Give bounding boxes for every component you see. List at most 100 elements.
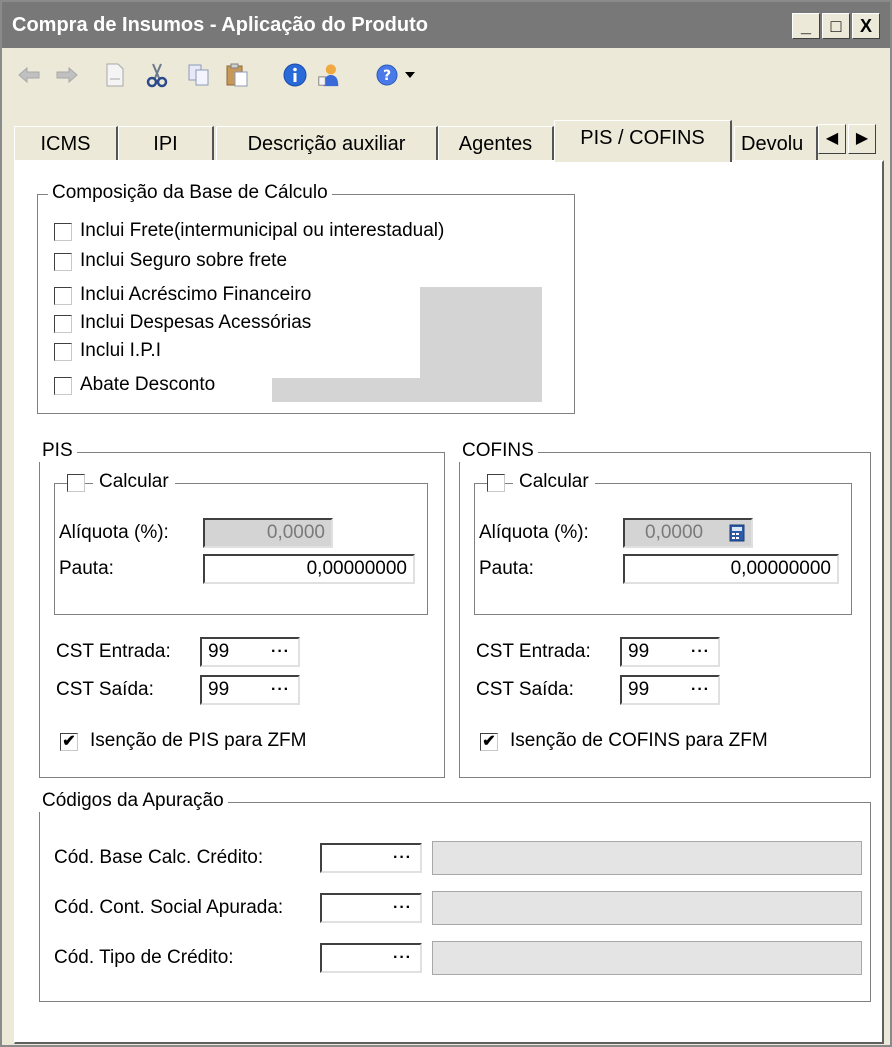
inclui-seguro-checkbox[interactable]	[54, 253, 72, 271]
cod-base-calc-description	[432, 841, 862, 875]
cofins-aliquota-value: 0,0000	[645, 522, 704, 543]
inclui-ipi-label: Inclui I.P.I	[80, 340, 161, 361]
cofins-pauta-label: Pauta:	[479, 558, 534, 579]
cod-base-calc-label: Cód. Base Calc. Crédito:	[54, 847, 264, 868]
user-icon[interactable]	[316, 62, 342, 88]
disabled-area	[272, 378, 422, 402]
title-bar[interactable]: Compra de Insumos - Aplicação do Produto…	[2, 2, 890, 48]
tab-label: IPI	[153, 133, 178, 155]
cod-base-calc-lookup-button[interactable]: ···	[393, 845, 412, 871]
cofins-pauta-input[interactable]: 0,00000000	[623, 554, 839, 584]
inclui-seguro-label: Inclui Seguro sobre frete	[80, 250, 288, 271]
pis-cst-saida-label: CST Saída:	[56, 679, 154, 700]
cod-tipo-credito-description	[432, 941, 862, 975]
info-icon[interactable]	[282, 62, 308, 88]
pis-group: PIS Calcular Alíquota (%): 0,0000 Pauta:…	[38, 440, 445, 778]
inclui-ipi-checkbox[interactable]	[54, 343, 72, 361]
cod-tipo-credito-input[interactable]: ···	[320, 943, 422, 973]
disabled-area	[420, 287, 542, 402]
tab-scroll-left-button[interactable]: ◀	[818, 124, 846, 154]
inclui-despesas-label: Inclui Despesas Acessórias	[80, 312, 312, 333]
maximize-button[interactable]: □	[822, 13, 850, 39]
new-document-icon[interactable]	[102, 62, 128, 88]
tab-label: Devolu	[741, 133, 804, 155]
pis-aliquota-input[interactable]: 0,0000	[203, 518, 333, 548]
cod-tipo-credito-label: Cód. Tipo de Crédito:	[54, 947, 234, 968]
cofins-calcular-label: Calcular	[513, 471, 595, 493]
apuracao-legend: Códigos da Apuração	[38, 790, 228, 812]
tab-descricao-auxiliar[interactable]: Descrição auxiliar	[216, 126, 438, 162]
close-button[interactable]: X	[852, 13, 880, 39]
tab-devolucao[interactable]: Devolu	[734, 126, 818, 162]
pis-isencao-checkbox[interactable]: ✔	[60, 733, 78, 751]
pis-pauta-label: Pauta:	[59, 558, 114, 579]
tab-label: Descrição auxiliar	[247, 133, 406, 155]
cofins-group: COFINS Calcular Alíquota (%): 0,0000 Pau…	[458, 440, 871, 778]
minimize-button[interactable]: _	[792, 13, 820, 39]
tab-strip: ICMS IPI Descrição auxiliar Agentes PIS …	[2, 112, 890, 162]
abate-desconto-checkbox[interactable]	[54, 377, 72, 395]
pis-cofins-panel: Composição da Base de Cálculo Inclui Fre…	[14, 160, 884, 1044]
dropdown-arrow-icon[interactable]	[402, 62, 418, 88]
toolbar: ?	[2, 48, 890, 100]
pis-legend: PIS	[38, 440, 77, 462]
pis-cst-entrada-input[interactable]: 99 ···	[200, 637, 300, 667]
cofins-cst-saida-input[interactable]: 99 ···	[620, 675, 720, 705]
tab-label: PIS / COFINS	[580, 127, 705, 149]
tab-scroll-right-button[interactable]: ▶	[848, 124, 876, 154]
cod-cont-social-input[interactable]: ···	[320, 893, 422, 923]
cod-cont-social-lookup-button[interactable]: ···	[393, 895, 412, 921]
pis-aliquota-label: Alíquota (%):	[59, 522, 169, 543]
cod-cont-social-description	[432, 891, 862, 925]
inclui-acrescimo-checkbox[interactable]	[54, 287, 72, 305]
copy-icon[interactable]	[186, 62, 212, 88]
cofins-cst-entrada-lookup-button[interactable]: ···	[691, 639, 710, 665]
pis-pauta-input[interactable]: 0,00000000	[203, 554, 415, 584]
cofins-cst-saida-lookup-button[interactable]: ···	[691, 677, 710, 703]
cofins-cst-entrada-input[interactable]: 99 ···	[620, 637, 720, 667]
window-title: Compra de Insumos - Aplicação do Produto	[12, 14, 428, 36]
cofins-cst-saida-label: CST Saída:	[476, 679, 574, 700]
inclui-frete-checkbox[interactable]	[54, 223, 72, 241]
tab-icms[interactable]: ICMS	[14, 126, 118, 162]
pis-calcular-checkbox[interactable]	[67, 474, 85, 492]
inclui-despesas-checkbox[interactable]	[54, 315, 72, 333]
arrow-left-icon[interactable]	[16, 62, 42, 88]
arrow-back-icon[interactable]	[54, 62, 80, 88]
inclui-frete-label: Inclui Frete(intermunicipal ou interesta…	[80, 220, 445, 241]
pis-cst-saida-input[interactable]: 99 ···	[200, 675, 300, 705]
cofins-cst-entrada-value: 99	[628, 641, 650, 662]
tab-agentes[interactable]: Agentes	[438, 126, 554, 162]
cod-cont-social-label: Cód. Cont. Social Apurada:	[54, 897, 284, 918]
cofins-calcular-group: Calcular Alíquota (%): 0,0000 Pauta: 0,0…	[474, 471, 852, 615]
cofins-isencao-label: Isenção de COFINS para ZFM	[510, 730, 768, 751]
pis-cst-entrada-label: CST Entrada:	[56, 641, 171, 662]
cofins-legend: COFINS	[458, 440, 538, 462]
cod-tipo-credito-lookup-button[interactable]: ···	[393, 945, 412, 971]
cofins-aliquota-input[interactable]: 0,0000	[623, 518, 753, 548]
cofins-cst-entrada-label: CST Entrada:	[476, 641, 591, 662]
composicao-group: Composição da Base de Cálculo Inclui Fre…	[37, 182, 575, 414]
pis-cst-saida-value: 99	[208, 679, 230, 700]
pis-cst-saida-lookup-button[interactable]: ···	[271, 677, 290, 703]
cofins-calcular-checkbox[interactable]	[487, 474, 505, 492]
cofins-isencao-checkbox[interactable]: ✔	[480, 733, 498, 751]
paste-icon[interactable]	[224, 62, 250, 88]
cofins-aliquota-label: Alíquota (%):	[479, 522, 589, 543]
tab-ipi[interactable]: IPI	[118, 126, 214, 162]
cod-base-calc-input[interactable]: ···	[320, 843, 422, 873]
pis-cst-entrada-value: 99	[208, 641, 230, 662]
calculator-icon[interactable]	[729, 524, 745, 546]
svg-text:?: ?	[383, 68, 391, 84]
apuracao-group: Códigos da Apuração Cód. Base Calc. Créd…	[38, 790, 871, 1002]
pis-calcular-group: Calcular Alíquota (%): 0,0000 Pauta: 0,0…	[54, 471, 428, 615]
pis-cst-entrada-lookup-button[interactable]: ···	[271, 639, 290, 665]
help-icon[interactable]: ?	[374, 62, 400, 88]
tab-pis-cofins[interactable]: PIS / COFINS	[554, 120, 732, 162]
tab-label: Agentes	[458, 133, 533, 155]
cofins-cst-saida-value: 99	[628, 679, 650, 700]
tab-label: ICMS	[40, 133, 91, 155]
cut-icon[interactable]	[144, 62, 170, 88]
inclui-acrescimo-label: Inclui Acréscimo Financeiro	[80, 284, 312, 305]
main-window: Compra de Insumos - Aplicação do Produto…	[0, 0, 892, 1047]
